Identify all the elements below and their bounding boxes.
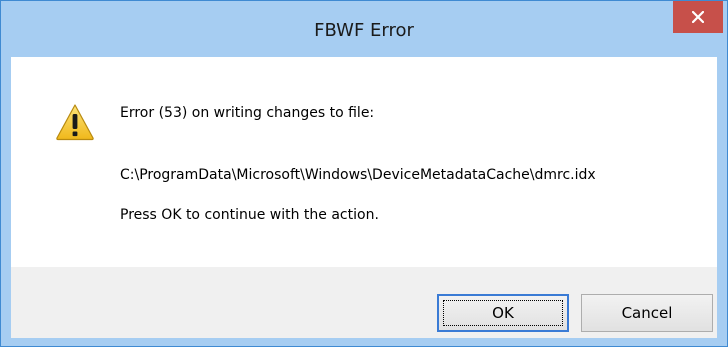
window-border-bottom (1, 338, 727, 346)
close-button[interactable] (673, 1, 723, 33)
error-dialog: FBWF Error Error (53) on writing changes… (0, 0, 728, 347)
close-icon (692, 11, 704, 23)
title-bar[interactable]: FBWF Error (1, 1, 727, 57)
error-message: Error (53) on writing changes to file: (120, 105, 375, 121)
cancel-button-label: Cancel (621, 304, 673, 322)
dialog-title: FBWF Error (314, 20, 414, 41)
window-border-left (1, 57, 11, 338)
warning-icon (56, 104, 94, 141)
cancel-button[interactable]: Cancel (581, 294, 713, 332)
window-border-right (717, 57, 727, 338)
focus-rectangle (443, 300, 563, 326)
dialog-body: Error (53) on writing changes to file: C… (11, 57, 717, 338)
file-path: C:\ProgramData\Microsoft\Windows\DeviceM… (120, 167, 596, 183)
ok-button[interactable]: OK (437, 294, 569, 332)
button-bar: OK Cancel (11, 267, 717, 338)
instruction-text: Press OK to continue with the action. (120, 207, 379, 223)
